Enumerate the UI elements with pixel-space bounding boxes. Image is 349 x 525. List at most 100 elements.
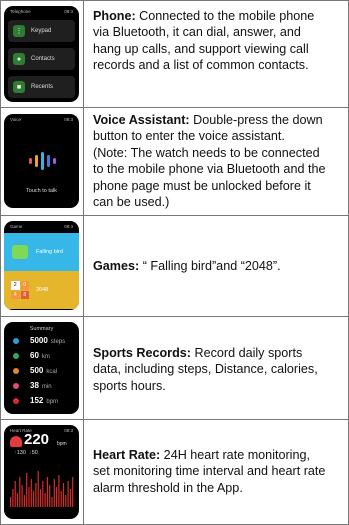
heart-rate-bar (67, 481, 69, 507)
heart-rate-screen-image: Heart Rate 08:3 220 bpm ↑130 ↓50 (4, 425, 79, 519)
stat-value: 5000 (30, 336, 48, 345)
stat-value: 500 (30, 366, 44, 375)
heart-title: Heart Rate: (93, 448, 161, 462)
game-2048-label: 2048 (36, 287, 49, 293)
call-log-icon: ■ (13, 81, 25, 93)
bird-icon (12, 245, 28, 259)
phone-description: Phone: Connected to the mobile phone via… (93, 8, 345, 74)
voice-screen-image: Voice 08:3 Touch to talk (4, 114, 79, 208)
stat-value: 60 (30, 351, 39, 360)
desc-line: Connected to the mobile phone (135, 9, 315, 23)
heart-rate-bar (51, 497, 53, 507)
stat-unit: min (41, 384, 52, 390)
heart-rate-bar (30, 479, 32, 507)
heart-rate-bar (33, 491, 35, 507)
stat-unit: steps (50, 339, 66, 345)
stat-row-heart: 152 bpm (13, 396, 58, 405)
grid-2048-icon: 2 0 4 8 (11, 281, 29, 299)
screen-time: 08:3 (64, 9, 73, 14)
heart-rate-bar (28, 487, 30, 507)
heart-icon (13, 397, 19, 404)
desc-line: (Note: The watch needs to be connected (93, 145, 320, 160)
screen-time: 08:3 (64, 428, 73, 433)
stat-row-time: 38 min (13, 381, 52, 390)
games-description: Games: “ Falling bird”and “2048”. (93, 258, 345, 274)
keypad-icon: ⋮ (13, 25, 25, 37)
desc-line: 24H heart rate monitoring, (160, 448, 310, 462)
stat-unit: km (41, 354, 50, 360)
desc-line: can be used.) (93, 195, 170, 210)
screen-time: 08:3 (64, 224, 73, 229)
screen-time: 08:3 (64, 117, 73, 122)
desc-line: records and a list of common contacts. (93, 58, 309, 73)
stat-value: 38 (30, 381, 39, 390)
contacts-item: ● Contacts (8, 48, 75, 70)
footprint-icon (13, 337, 19, 344)
stat-unit: kcal (46, 369, 58, 375)
contacts-label: Contacts (31, 56, 55, 62)
falling-bird-item: Falling bird (4, 233, 79, 271)
desc-line: sports hours. (93, 378, 166, 393)
heart-rate-bar (19, 477, 21, 507)
recents-item: ■ Recents (8, 76, 75, 98)
contact-icon: ● (13, 53, 25, 65)
heart-rate-bar-graph (10, 471, 74, 507)
screen-app-name: Voice (10, 117, 22, 122)
stat-row-calories: 500 kcal (13, 366, 57, 375)
desc-line: Double-press the down (189, 113, 323, 127)
desc-line: button to enter the voice assistant. (93, 129, 285, 144)
stat-row-steps: 5000 steps (13, 336, 65, 345)
voice-description: Voice Assistant: Double-press the down b… (93, 112, 345, 210)
heart-rate-bar (49, 485, 51, 507)
stat-unit: bpm (46, 399, 59, 405)
desc-line: set monitoring time interval and heart r… (93, 464, 326, 479)
location-icon (13, 352, 19, 359)
games-title: Games: (93, 259, 140, 273)
clock-icon (13, 382, 19, 389)
heart-rate-bar (23, 495, 25, 507)
touch-to-talk-label: Touch to talk (26, 188, 57, 194)
phone-screen-image: Telephone 08:3 ⋮ Keypad ● Contacts ■ Rece… (4, 6, 79, 102)
heart-rate-bar (56, 487, 58, 507)
screen-app-name: Telephone (10, 9, 31, 14)
heart-rate-bar (53, 479, 55, 507)
keypad-item: ⋮ Keypad (8, 20, 75, 42)
desc-line: hang up calls, and support viewing call (93, 41, 309, 56)
stat-row-distance: 60 km (13, 351, 50, 360)
voice-title: Voice Assistant: (93, 113, 190, 127)
desc-line: Record daily sports (190, 346, 303, 360)
falling-bird-label: Falling bird (36, 249, 63, 255)
summary-title: Summary (29, 326, 54, 332)
stat-value: 152 (30, 396, 44, 405)
phone-title: Phone: (93, 9, 136, 23)
heart-rate-bar (46, 477, 48, 507)
recents-label: Recents (31, 84, 54, 90)
heart-description: Heart Rate: 24H heart rate monitoring, s… (93, 447, 345, 496)
heart-rate-bar (35, 483, 37, 507)
heart-rate-bar (12, 489, 14, 507)
voice-wave-icon (29, 152, 57, 170)
heart-rate-bar (58, 475, 60, 507)
heart-icon (10, 436, 22, 447)
heart-rate-bar (14, 481, 16, 507)
heart-rate-bar (65, 495, 67, 507)
games-screen-image: Game 08:3 Falling bird 2 0 4 8 2048 (4, 221, 79, 310)
heart-rate-bar (16, 493, 19, 507)
desc-line: data, including steps, Distance, calorie… (93, 362, 318, 377)
desc-line: phone page must be unlocked before it (93, 178, 311, 193)
heart-rate-bar (21, 485, 23, 507)
heart-rate-bar (72, 477, 74, 507)
heart-rate-bar (26, 473, 28, 507)
heart-rate-value: 220 (24, 431, 50, 448)
sports-description: Sports Records: Record daily sports data… (93, 345, 345, 394)
heart-rate-bar (60, 491, 62, 507)
sports-screen-image: Summary 5000 steps 60 km 500 kcal 38 min… (4, 322, 79, 414)
desc-line: “ Falling bird”and “2048”. (139, 259, 281, 273)
feature-table: Telephone 08:3 ⋮ Keypad ● Contacts ■ Rece… (0, 0, 349, 525)
heart-rate-unit: bpm (57, 441, 67, 447)
heart-rate-bar (42, 481, 44, 507)
heart-rate-bar (69, 489, 71, 507)
desc-line: to the mobile phone via Bluetooth and th… (93, 162, 326, 177)
heart-rate-bar (44, 493, 46, 507)
desc-line: alarm threshold in the App. (93, 480, 243, 495)
